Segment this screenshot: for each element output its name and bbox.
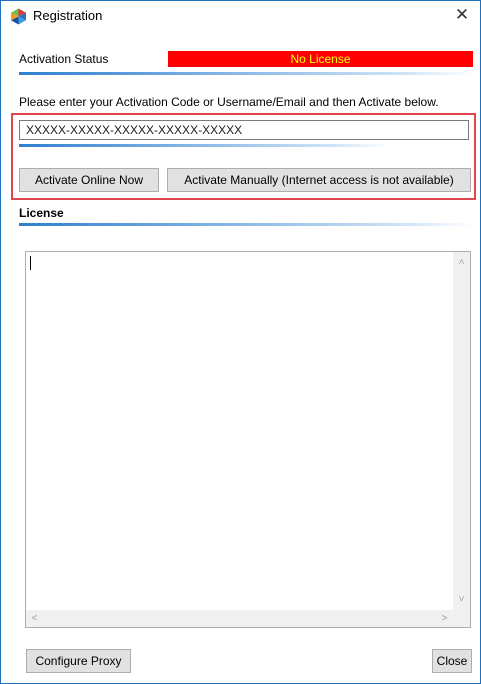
input-divider [19,144,389,147]
registration-window: Registration ✕ Activation Status No Lice… [0,0,481,684]
title-bar: Registration ✕ [1,1,480,31]
window-close-icon[interactable]: ✕ [452,5,472,25]
text-caret [30,256,31,270]
activation-divider [19,72,474,75]
activation-status-badge: No License [168,51,473,67]
activate-online-button[interactable]: Activate Online Now [19,168,159,192]
horizontal-scrollbar[interactable]: < > [26,610,453,627]
configure-proxy-button[interactable]: Configure Proxy [26,649,131,673]
instructions-text: Please enter your Activation Code or Use… [19,95,439,109]
license-heading: License [19,206,64,220]
vertical-scrollbar[interactable]: ˄ ˅ [453,252,470,610]
scroll-up-icon[interactable]: ˄ [453,254,470,271]
close-button[interactable]: Close [432,649,472,673]
activate-manually-button[interactable]: Activate Manually (Internet access is no… [167,168,471,192]
window-title: Registration [33,8,103,23]
scroll-down-icon[interactable]: ˅ [453,591,470,608]
activation-status-label: Activation Status [19,52,109,66]
scrollbar-corner [453,610,470,627]
scroll-right-icon[interactable]: > [436,610,453,627]
license-divider [19,223,474,226]
activation-code-input[interactable] [19,120,469,140]
scroll-left-icon[interactable]: < [26,610,43,627]
license-textarea[interactable]: ˄ ˅ < > [25,251,471,628]
app-logo-icon [11,8,26,25]
